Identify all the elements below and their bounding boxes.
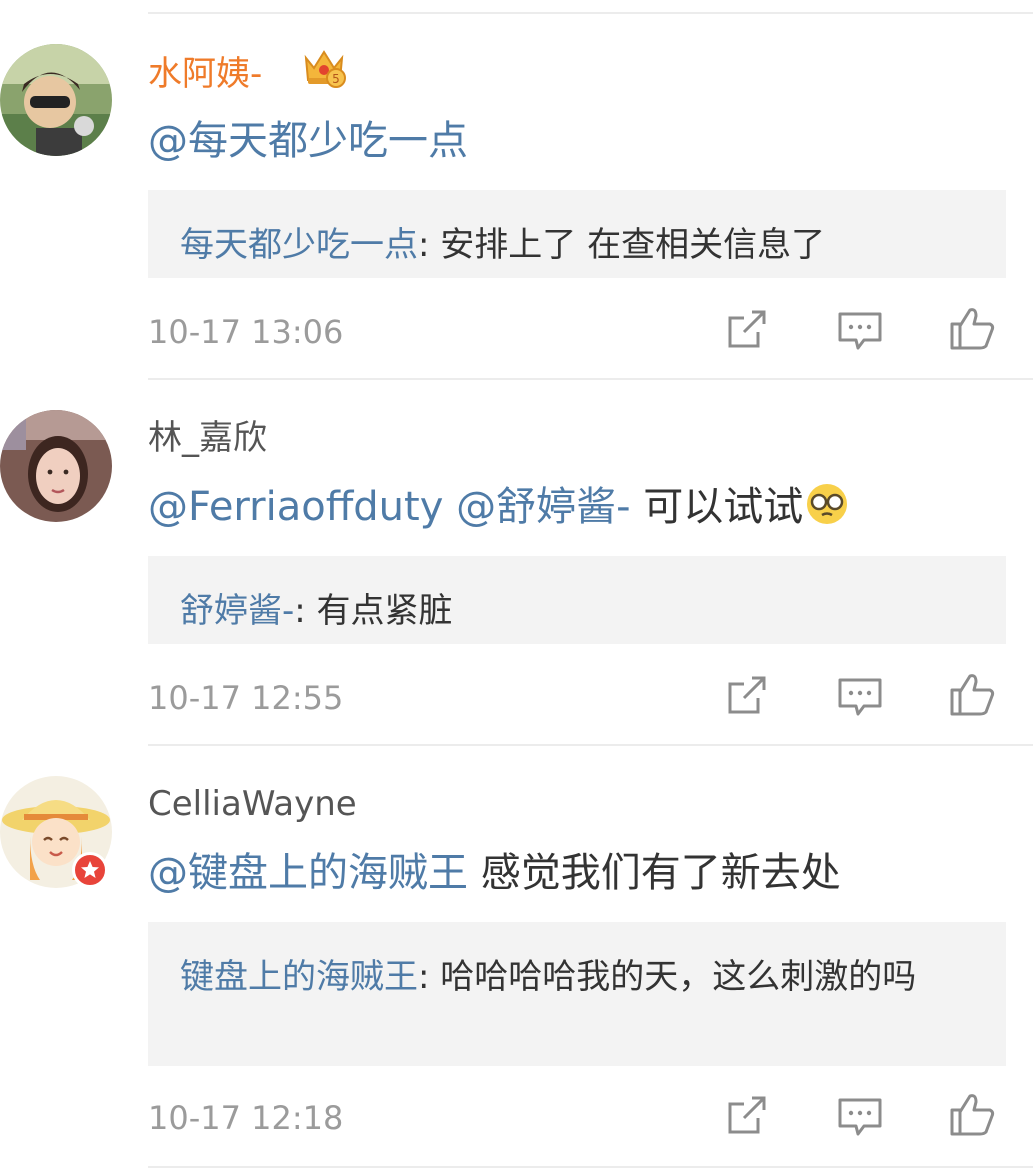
timestamp: 10-17 12:55 — [148, 679, 344, 717]
avatar[interactable] — [0, 410, 112, 522]
reply-quote[interactable]: 舒婷酱-: 有点紧脏 — [148, 556, 1006, 644]
reply-quote[interactable]: 键盘上的海贼王: 哈哈哈哈我的天，这么刺激的吗 — [148, 922, 1006, 1066]
top-divider — [148, 12, 1033, 14]
comment-icon[interactable] — [836, 1092, 884, 1140]
username[interactable]: 水阿姨- — [148, 52, 262, 96]
svg-text:5: 5 — [332, 72, 340, 86]
username[interactable]: 林_嘉欣 — [148, 416, 267, 460]
thumbs-up-icon[interactable] — [948, 1090, 996, 1138]
comment-icon[interactable] — [836, 672, 884, 720]
mention-link[interactable]: @每天都少吃一点 — [148, 118, 468, 164]
share-icon[interactable] — [722, 672, 770, 720]
timestamp: 10-17 13:06 — [148, 313, 344, 351]
quote-author[interactable]: 舒婷酱- — [180, 591, 294, 631]
glasses-emoji-icon — [805, 482, 849, 526]
quote-text: 安排上了 在查相关信息了 — [440, 225, 826, 265]
comment-body: 可以试试 — [630, 484, 804, 530]
comment-text: @Ferriaoffduty @舒婷酱- 可以试试 — [148, 480, 849, 534]
mention-link[interactable]: @键盘上的海贼王 — [148, 850, 468, 896]
quote-text: 哈哈哈哈我的天，这么刺激的吗 — [440, 957, 917, 997]
quote-separator: : — [418, 225, 441, 265]
mention-link[interactable]: @Ferriaoffduty @舒婷酱- — [148, 484, 631, 530]
avatar[interactable] — [0, 44, 112, 156]
comment-icon[interactable] — [836, 306, 884, 354]
comment-text: @键盘上的海贼王 感觉我们有了新去处 — [148, 846, 841, 900]
quote-separator: : — [418, 957, 441, 997]
vip-crown-icon: 5 — [300, 42, 348, 90]
quote-author[interactable]: 每天都少吃一点 — [180, 225, 418, 265]
username[interactable]: CelliaWayne — [148, 782, 357, 826]
quote-separator: : — [294, 591, 317, 631]
bottom-divider — [148, 1166, 1033, 1168]
timestamp: 10-17 12:18 — [148, 1099, 344, 1137]
thumbs-up-icon[interactable] — [948, 304, 996, 352]
comment-divider — [148, 744, 1033, 746]
reply-quote[interactable]: 每天都少吃一点: 安排上了 在查相关信息了 — [148, 190, 1006, 278]
share-icon[interactable] — [722, 306, 770, 354]
comment-body: 感觉我们有了新去处 — [468, 850, 841, 896]
share-icon[interactable] — [722, 1092, 770, 1140]
verified-badge-icon — [72, 852, 108, 888]
quote-text: 有点紧脏 — [316, 591, 453, 631]
thumbs-up-icon[interactable] — [948, 670, 996, 718]
comment-text: @每天都少吃一点 — [148, 114, 468, 168]
comment-divider — [148, 378, 1033, 380]
quote-author[interactable]: 键盘上的海贼王 — [180, 957, 418, 997]
